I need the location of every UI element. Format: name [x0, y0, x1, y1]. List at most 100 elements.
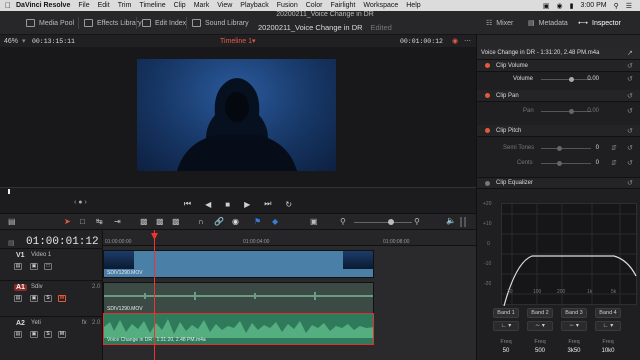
- menu-edit[interactable]: Edit: [98, 2, 110, 9]
- reset-icon[interactable]: ↺: [627, 159, 633, 167]
- reset-icon[interactable]: ↺: [627, 144, 633, 152]
- stepper-icon[interactable]: ⇵: [611, 159, 617, 167]
- audio-clip-a2[interactable]: Voice Change in DR - 1:31:20, 2.48 PM.m4…: [103, 313, 374, 345]
- reset-icon[interactable]: ↺: [627, 62, 633, 70]
- volume-slider-knob[interactable]: [569, 77, 574, 82]
- position-lock-icon[interactable]: ◉: [232, 217, 239, 226]
- audio-clip-a1[interactable]: SDIV1290.MOV: [103, 282, 374, 314]
- dynamic-trim-icon[interactable]: ↹: [96, 217, 103, 226]
- band-3-shape-dropdown[interactable]: ∼ ▾: [561, 321, 587, 331]
- menu-fusion[interactable]: Fusion: [277, 2, 298, 9]
- track-name[interactable]: Yeti: [31, 320, 41, 326]
- zoom-full-icon[interactable]: ▣: [310, 217, 318, 226]
- stepper-icon[interactable]: ⇵: [611, 144, 617, 152]
- menu-help[interactable]: Help: [406, 2, 420, 9]
- enable-toggle-icon[interactable]: [485, 128, 490, 133]
- menu-workspace[interactable]: Workspace: [363, 2, 398, 9]
- semi-tones-value[interactable]: 0: [581, 145, 599, 153]
- menu-app-name[interactable]: DaVinci Resolve: [16, 2, 70, 9]
- replace-clip-icon[interactable]: ▩: [172, 217, 180, 226]
- solo-button[interactable]: S: [44, 295, 52, 302]
- metadata-button[interactable]: ▤ Metadata: [528, 16, 568, 30]
- track-name[interactable]: Video 1: [31, 252, 51, 258]
- selection-tool-icon[interactable]: ➤: [64, 217, 71, 226]
- reset-icon[interactable]: ↺: [627, 92, 633, 100]
- band-1-freq-value[interactable]: 50: [493, 348, 519, 354]
- mixer-button[interactable]: ☷ Mixer: [486, 16, 513, 30]
- stop-icon[interactable]: ■: [225, 200, 230, 209]
- cents-value[interactable]: 0: [581, 160, 599, 168]
- auto-select-icon[interactable]: ▣: [30, 331, 38, 338]
- band-1-shape-dropdown[interactable]: ∟ ▾: [493, 321, 519, 331]
- search-icon[interactable]: ⚲: [614, 2, 619, 10]
- trim-tool-icon[interactable]: □: [80, 217, 85, 226]
- timeline-area[interactable]: 01:00:00:00 01:00:04:00 01:00:08:00 SDIV…: [103, 230, 476, 360]
- expand-panel-icon[interactable]: ↗: [627, 49, 633, 57]
- band-3-freq-value[interactable]: 3k50: [561, 348, 587, 354]
- volume-value[interactable]: 0.00: [581, 76, 599, 84]
- zoom-level[interactable]: 46%: [4, 38, 18, 45]
- nav-prev-next[interactable]: ‹ ● ›: [74, 199, 87, 206]
- overwrite-clip-icon[interactable]: ▩: [156, 217, 164, 226]
- scrub-playhead[interactable]: [8, 189, 10, 194]
- mute-button[interactable]: M: [58, 331, 66, 338]
- zoom-dropdown-icon[interactable]: ▾: [22, 37, 26, 45]
- media-pool-button[interactable]: Media Pool: [26, 16, 74, 30]
- band-4-button[interactable]: Band 4: [595, 308, 621, 318]
- timeline-dropdown-icon[interactable]: ▾: [252, 37, 256, 45]
- viewer-scrub-bar[interactable]: [0, 187, 476, 195]
- marker-icon[interactable]: ◆: [272, 217, 278, 226]
- clip-volume-header[interactable]: Clip Volume: [477, 60, 640, 72]
- band-2-shape-dropdown[interactable]: ∼ ▾: [527, 321, 553, 331]
- menu-file[interactable]: File: [78, 2, 89, 9]
- lock-track-icon[interactable]: ▤: [14, 263, 22, 270]
- lock-track-icon[interactable]: ▤: [14, 295, 22, 302]
- reset-icon[interactable]: ↺: [627, 107, 633, 115]
- reset-icon[interactable]: ↺: [627, 127, 633, 135]
- clock[interactable]: 3:00 PM: [581, 2, 607, 9]
- timeline-playhead[interactable]: [151, 230, 158, 360]
- pan-value[interactable]: 0.00: [581, 108, 599, 116]
- menu-mark[interactable]: Mark: [194, 2, 210, 9]
- clip-equalizer-header[interactable]: Clip Equalizer: [477, 177, 640, 189]
- menu-color[interactable]: Color: [306, 2, 323, 9]
- zoom-slider[interactable]: [354, 222, 412, 223]
- auto-select-icon[interactable]: ▣: [30, 295, 38, 302]
- track-header-a2[interactable]: A2 Yeti fx 2.0 ▤ ▣ S M: [0, 316, 103, 360]
- blade-tool-icon[interactable]: ⇥: [114, 217, 121, 226]
- enable-toggle-icon[interactable]: [485, 63, 490, 68]
- effects-library-button[interactable]: Effects Library: [84, 16, 142, 30]
- band-3-button[interactable]: Band 3: [561, 308, 587, 318]
- pan-slider-knob[interactable]: [569, 109, 574, 114]
- speaker-icon[interactable]: 🔈: [446, 216, 456, 225]
- flag-icon[interactable]: ⚑: [254, 217, 261, 226]
- menu-view[interactable]: View: [217, 2, 232, 9]
- zoom-out-icon[interactable]: ⚲: [414, 217, 420, 226]
- inspector-button[interactable]: ⟷ Inspector: [578, 16, 621, 30]
- lock-track-icon[interactable]: ▤: [14, 331, 22, 338]
- loop-icon[interactable]: ↻: [285, 200, 292, 209]
- timeline-ruler[interactable]: 01:00:00:00 01:00:04:00 01:00:08:00: [103, 230, 476, 246]
- viewer-menu-icon[interactable]: ⋯: [464, 37, 471, 45]
- track-name[interactable]: Sdiv: [31, 284, 43, 290]
- link-icon[interactable]: 🔗: [214, 217, 224, 226]
- screen-share-icon[interactable]: ▣: [543, 2, 550, 10]
- menu-playback[interactable]: Playback: [240, 2, 268, 9]
- timeline-view-options-icon[interactable]: ▤: [8, 217, 16, 226]
- menu-clip[interactable]: Clip: [174, 2, 186, 9]
- track-header-a1[interactable]: A1 Sdiv 2.0 ▤ ▣ S M: [0, 280, 103, 316]
- header-options-icon[interactable]: ▤: [8, 239, 15, 247]
- clip-pan-header[interactable]: Clip Pan: [477, 90, 640, 102]
- go-to-start-icon[interactable]: ⏮: [184, 199, 191, 209]
- play-reverse-icon[interactable]: ◀: [205, 200, 211, 209]
- apple-icon[interactable]: : [0, 1, 16, 10]
- band-1-button[interactable]: Band 1: [493, 308, 519, 318]
- video-clip[interactable]: SDIV1290.MOV: [103, 250, 374, 278]
- menu-timeline[interactable]: Timeline: [139, 2, 165, 9]
- viewer-options-icon[interactable]: ◉: [452, 37, 458, 45]
- go-to-end-icon[interactable]: ⏭: [264, 199, 271, 209]
- band-2-freq-value[interactable]: 500: [527, 348, 553, 354]
- timeline-selector[interactable]: Timeline 1: [220, 38, 252, 45]
- menu-list-icon[interactable]: ☰: [626, 2, 632, 10]
- mute-button[interactable]: M: [58, 295, 66, 302]
